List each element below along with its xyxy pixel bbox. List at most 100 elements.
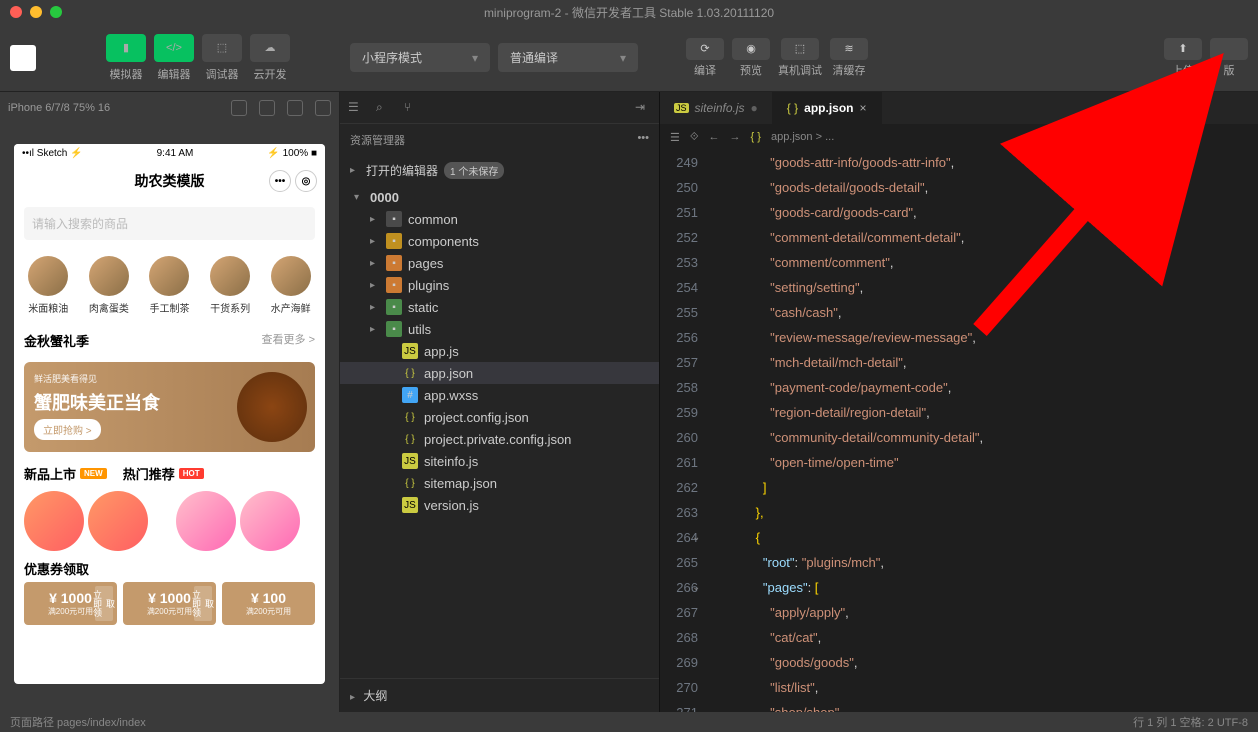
coupon-card[interactable]: ¥ 100满200元可用 [222,582,315,625]
cloud-toggle[interactable]: ☁云开发 [250,34,290,82]
outline-section[interactable]: ▸ 大纲 [340,678,659,712]
category-item[interactable]: 肉禽蛋类 [89,256,129,315]
tab-hot[interactable]: 热门推荐HOT [123,464,204,483]
tab-new[interactable]: 新品上市NEW [24,464,107,483]
close-window[interactable] [10,6,22,18]
back-icon[interactable]: ← [709,131,720,143]
debugger-toggle[interactable]: ⬚调试器 [202,34,242,82]
promo-banner[interactable]: 鲜活肥美看得见 蟹肥味美正当食 立即抢购 > [24,362,315,452]
eye-icon: ◉ [732,38,770,60]
editor-toggle[interactable]: </>编辑器 [154,34,194,82]
tree-file[interactable]: { }project.config.json [340,406,659,428]
category-item[interactable]: 手工制茶 [149,256,189,315]
tree-root[interactable]: ▾0000 [340,187,659,208]
open-editors-section[interactable]: ▸ 打开的编辑器 1 个未保存 [340,156,659,185]
minimize-window[interactable] [30,6,42,18]
category-item[interactable]: 米面粮油 [28,256,68,315]
simulator-panel: iPhone 6/7/8 75% 16 ••ıl Sketch ⚡ 9:41 A… [0,92,340,712]
more-icon[interactable]: ••• [637,132,649,148]
coupon-section-title: 优惠券领取 [14,551,325,582]
product-thumb[interactable] [176,491,236,551]
refresh-icon: ⟳ [686,38,724,60]
cloud-icon: ☁ [250,34,290,62]
tree-file[interactable]: { }sitemap.json [340,472,659,494]
code-icon: </> [154,34,194,62]
compile-button[interactable]: ⟳编译 [686,38,724,78]
editor-tab[interactable]: { } app.json × [773,92,882,124]
coupon-card[interactable]: ¥ 1000满200元可用立即领取 [24,582,117,625]
tree-folder[interactable]: ▸▪utils [340,318,659,340]
version-button[interactable]: 版 [1210,38,1248,78]
tree-folder[interactable]: ▸▪pages [340,252,659,274]
bug-icon: ⬚ [202,34,242,62]
clear-cache-button[interactable]: ≋清缓存 [830,38,868,78]
app-title: 助农类模版 [135,171,205,191]
tree-folder[interactable]: ▸▪components [340,230,659,252]
bookmark-icon[interactable]: ⟐ [690,131,699,144]
breadcrumb[interactable]: app.json > ... [771,131,834,143]
product-thumb[interactable] [24,491,84,551]
tree-folder[interactable]: ▸▪plugins [340,274,659,296]
close-tab-icon: × [860,101,867,115]
search-input[interactable]: 请输入搜索的商品 [24,207,315,240]
version-icon [1210,38,1248,60]
upload-icon: ⬆ [1164,38,1202,60]
tree-folder[interactable]: ▸▪static [340,296,659,318]
phone-statusbar: ••ıl Sketch ⚡ 9:41 AM ⚡ 100% ■ [14,144,325,163]
banner-cta[interactable]: 立即抢购 > [34,419,101,440]
remote-debug-button[interactable]: ⬚真机调试 [778,38,822,78]
tree-file[interactable]: JSversion.js [340,494,659,516]
close-tab-icon: ● [751,101,758,115]
titlebar: miniprogram-2 - 微信开发者工具 Stable 1.03.2011… [0,0,1258,24]
page-path[interactable]: 页面路径 pages/index/index [10,714,1133,730]
explorer-title: 资源管理器 [350,132,405,148]
section-more[interactable]: 查看更多 > [262,331,315,350]
code-area[interactable]: 2492502512522532542552562572582592602612… [660,150,1258,712]
window-title: miniprogram-2 - 微信开发者工具 Stable 1.03.2011… [484,4,774,21]
section-title: 金秋蟹礼季 [24,331,89,350]
maximize-window[interactable] [50,6,62,18]
simulator-toggle[interactable]: ▮模拟器 [106,34,146,82]
tree-folder[interactable]: ▸▪common [340,208,659,230]
product-thumb[interactable] [88,491,148,551]
editor-tab[interactable]: JS siteinfo.js ● [660,92,773,124]
cursor-info[interactable]: 行 1 列 1 空格: 2 UTF-8 [1133,714,1248,730]
upload-button[interactable]: ⬆上传 [1164,38,1202,78]
rotate-icon[interactable] [231,100,247,116]
tree-file[interactable]: { }app.json [340,362,659,384]
statusbar: 页面路径 pages/index/index 行 1 列 1 空格: 2 UTF… [0,712,1258,732]
preview-button[interactable]: ◉预览 [732,38,770,78]
toggle-icon[interactable]: ☰ [670,131,680,144]
tree-file[interactable]: { }project.private.config.json [340,428,659,450]
explorer-icon[interactable]: ☰ [348,100,364,116]
banner-image [237,372,307,442]
detach-icon[interactable] [315,100,331,116]
phone-navbar: 助农类模版 ••• ◎ [14,163,325,199]
mute-icon[interactable] [287,100,303,116]
layers-icon: ≋ [830,38,868,60]
capsule-menu[interactable]: ••• [269,170,291,192]
compile-mode-select[interactable]: 普通编译 [498,43,638,72]
forward-icon[interactable]: → [730,131,741,143]
product-thumb[interactable] [240,491,300,551]
file-explorer: ☰ ⌕ ⑂ ⇥ 资源管理器 ••• ▸ 打开的编辑器 1 个未保存 ▾0000▸… [340,92,660,712]
user-avatar[interactable] [10,45,36,71]
phone-preview[interactable]: ••ıl Sketch ⚡ 9:41 AM ⚡ 100% ■ 助农类模版 •••… [14,144,325,684]
category-item[interactable]: 干货系列 [210,256,250,315]
collapse-icon[interactable]: ⇥ [635,100,651,116]
mode-select[interactable]: 小程序模式 [350,43,490,72]
category-item[interactable]: 水产海鲜 [271,256,311,315]
search-icon[interactable]: ⌕ [376,100,392,116]
device-label[interactable]: iPhone 6/7/8 75% 16 [8,102,219,114]
branch-icon[interactable]: ⑂ [404,100,420,116]
tree-file[interactable]: JSapp.js [340,340,659,362]
tree-file[interactable]: #app.wxss [340,384,659,406]
capsule-close[interactable]: ◎ [295,170,317,192]
main-toolbar: ▮模拟器 </>编辑器 ⬚调试器 ☁云开发 小程序模式 普通编译 ⟳编译 ◉预览… [0,24,1258,92]
phone-icon: ▮ [106,34,146,62]
tree-file[interactable]: JSsiteinfo.js [340,450,659,472]
device-icon: ⬚ [781,38,819,60]
home-icon[interactable] [259,100,275,116]
code-editor: JS siteinfo.js ●{ } app.json × ☰ ⟐ ← → {… [660,92,1258,712]
coupon-card[interactable]: ¥ 1000满200元可用立即领取 [123,582,216,625]
